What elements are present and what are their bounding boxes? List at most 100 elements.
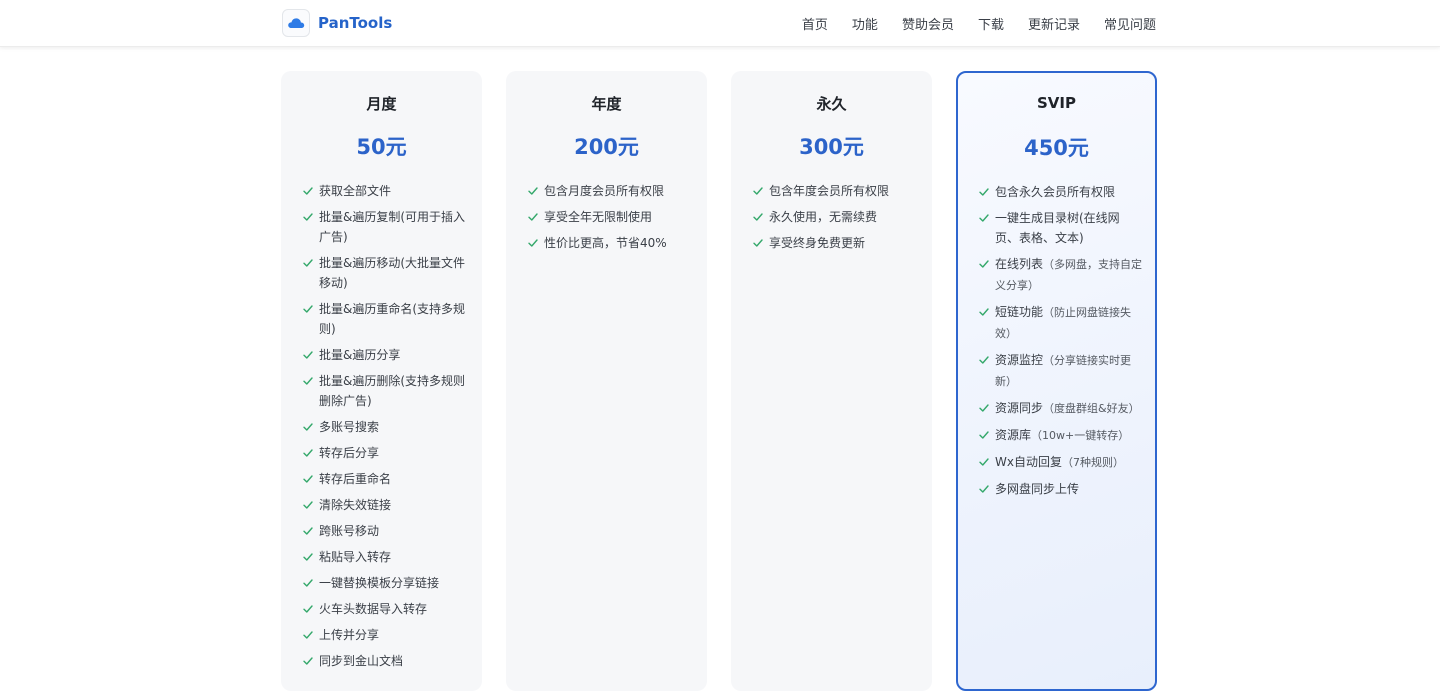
site-header: PanTools 首页 功能 赞助会员 下载 更新记录 常见问题 — [0, 0, 1440, 47]
check-icon — [301, 253, 315, 273]
feature-body: 上传并分享 — [319, 625, 379, 645]
feature-item: 包含年度会员所有权限 — [751, 181, 916, 201]
feature-text: 批量&遍历移动(大批量文件移动) — [319, 256, 466, 290]
feature-item: 粘贴导入转存 — [301, 547, 466, 567]
feature-item: 转存后重命名 — [301, 469, 466, 489]
check-icon — [751, 181, 765, 201]
feature-list: 获取全部文件批量&遍历复制(可用于插入广告) 批量&遍历移动(大批量文件移动) 批量… — [301, 181, 466, 677]
check-icon — [977, 254, 991, 274]
check-icon — [301, 207, 315, 227]
nav-link[interactable]: 赞助会员 — [902, 14, 954, 33]
feature-text: 清除失效链接 — [319, 498, 392, 512]
check-icon — [301, 345, 315, 365]
feature-body: 性价比更高，节省40% — [544, 233, 667, 253]
check-icon — [526, 207, 540, 227]
feature-item: 资源库（10w+一键转存） — [977, 425, 1142, 446]
plan-card[interactable]: 永久 300元 包含年度会员所有权限 永久使用，无需续费 享受终身免费更新 — [731, 71, 932, 691]
feature-body: 资源同步（度盘群组&好友） — [995, 398, 1140, 419]
check-icon — [301, 573, 315, 593]
brand-logo[interactable]: PanTools — [282, 8, 392, 38]
feature-text: 转存后分享 — [319, 446, 380, 460]
feature-item: 一键替换模板分享链接 — [301, 573, 466, 593]
plan-price: 50元 — [356, 135, 407, 159]
plan-card[interactable]: 年度 200元 包含月度会员所有权限 享受全年无限制使用 性价比更高，节省40% — [506, 71, 707, 691]
nav-link[interactable]: 更新记录 — [1028, 14, 1080, 33]
plan-name: 月度 — [366, 95, 397, 113]
feature-item: 批量&遍历分享 — [301, 345, 466, 365]
check-icon — [301, 599, 315, 619]
feature-item: 永久使用，无需续费 — [751, 207, 916, 227]
check-icon — [977, 452, 991, 472]
nav-link[interactable]: 常见问题 — [1104, 14, 1156, 33]
feature-body: 资源库（10w+一键转存） — [995, 425, 1129, 446]
feature-text: 火车头数据导入转存 — [319, 602, 428, 616]
feature-item: 享受全年无限制使用 — [526, 207, 691, 227]
feature-body: 转存后重命名 — [319, 469, 391, 489]
feature-list: 包含年度会员所有权限永久使用，无需续费享受终身免费更新 — [751, 181, 916, 259]
feature-body: 一键替换模板分享链接 — [319, 573, 439, 593]
feature-item: 性价比更高，节省40% — [526, 233, 691, 253]
feature-body: 转存后分享 — [319, 443, 379, 463]
feature-item: Wx自动回复（7种规则） — [977, 452, 1142, 473]
feature-item: 一键生成目录树(在线网页、表格、文本) — [977, 208, 1142, 248]
plan-card[interactable]: 月度 50元获取全部文件批量&遍历复制(可用于插入广告) 批量&遍历移动(大批量文件… — [281, 71, 482, 691]
feature-body: 粘贴导入转存 — [319, 547, 391, 567]
feature-text: 获取全部文件 — [319, 184, 392, 198]
feature-body: 多网盘同步上传 — [995, 479, 1079, 499]
feature-text: 多网盘同步上传 — [995, 482, 1080, 496]
feature-item: 转存后分享 — [301, 443, 466, 463]
check-icon — [977, 350, 991, 370]
nav-link[interactable]: 首页 — [802, 14, 828, 33]
feature-list: 包含月度会员所有权限 享受全年无限制使用 性价比更高，节省40% — [526, 181, 691, 259]
plan-name: 永久 — [816, 95, 847, 113]
feature-text: 包含月度会员所有权限 — [544, 184, 665, 198]
plan-price: 450元 — [1024, 136, 1089, 160]
feature-item: 多账号搜索 — [301, 417, 466, 437]
feature-item: 在线列表（多网盘，支持自定义分享） — [977, 254, 1142, 296]
nav-link[interactable]: 功能 — [852, 14, 878, 33]
feature-item: 多网盘同步上传 — [977, 479, 1142, 499]
feature-body: 享受全年无限制使用 — [544, 207, 652, 227]
feature-text: 跨账号移动 — [319, 524, 380, 538]
feature-text: 批量&遍历复制(可用于插入广告) — [319, 210, 466, 244]
check-icon — [977, 425, 991, 445]
check-icon — [526, 233, 540, 253]
feature-body: 批量&遍历重命名(支持多规则) — [319, 299, 466, 339]
feature-text: 资源监控 — [995, 353, 1044, 367]
feature-body: 同步到金山文档 — [319, 651, 403, 671]
feature-text: 享受全年无限制使用 — [544, 210, 653, 224]
feature-body: 批量&遍历删除(支持多规则删除广告) — [319, 371, 466, 411]
check-icon — [301, 417, 315, 437]
feature-text: 一键生成目录树(在线网页、表格、文本) — [995, 211, 1120, 245]
feature-text: 转存后重命名 — [319, 472, 392, 486]
feature-body: 多账号搜索 — [319, 417, 379, 437]
feature-body: 一键生成目录树(在线网页、表格、文本) — [995, 208, 1142, 248]
check-icon — [301, 299, 315, 319]
plan-card[interactable]: SVIP 450元 包含永久会员所有权限 一键生成目录树(在线网页、表格、文本) 在线列… — [956, 71, 1157, 691]
feature-item: 火车头数据导入转存 — [301, 599, 466, 619]
feature-text: 在线列表 — [995, 257, 1044, 271]
check-icon — [301, 469, 315, 489]
feature-text: 包含年度会员所有权限 — [769, 184, 890, 198]
check-icon — [301, 371, 315, 391]
brand-name: PanTools — [318, 14, 393, 32]
feature-text: 享受终身免费更新 — [769, 236, 866, 250]
feature-body: 清除失效链接 — [319, 495, 391, 515]
feature-body: 火车头数据导入转存 — [319, 599, 427, 619]
feature-text: 批量&遍历删除(支持多规则删除广告) — [319, 374, 466, 408]
feature-text: 批量&遍历重命名(支持多规则) — [319, 302, 466, 336]
check-icon — [301, 521, 315, 541]
cloud-icon — [282, 9, 310, 37]
check-icon — [977, 398, 991, 418]
check-icon — [526, 181, 540, 201]
feature-body: Wx自动回复（7种规则） — [995, 452, 1124, 473]
nav-link[interactable]: 下载 — [978, 14, 1004, 33]
feature-item: 上传并分享 — [301, 625, 466, 645]
feature-item: 清除失效链接 — [301, 495, 466, 515]
feature-item: 获取全部文件 — [301, 181, 466, 201]
feature-body: 批量&遍历移动(大批量文件移动) — [319, 253, 466, 293]
feature-body: 包含年度会员所有权限 — [769, 181, 889, 201]
feature-text: 性价比更高，节省40% — [544, 236, 667, 250]
check-icon — [301, 625, 315, 645]
feature-item: 短链功能（防止网盘链接失效） — [977, 302, 1142, 344]
